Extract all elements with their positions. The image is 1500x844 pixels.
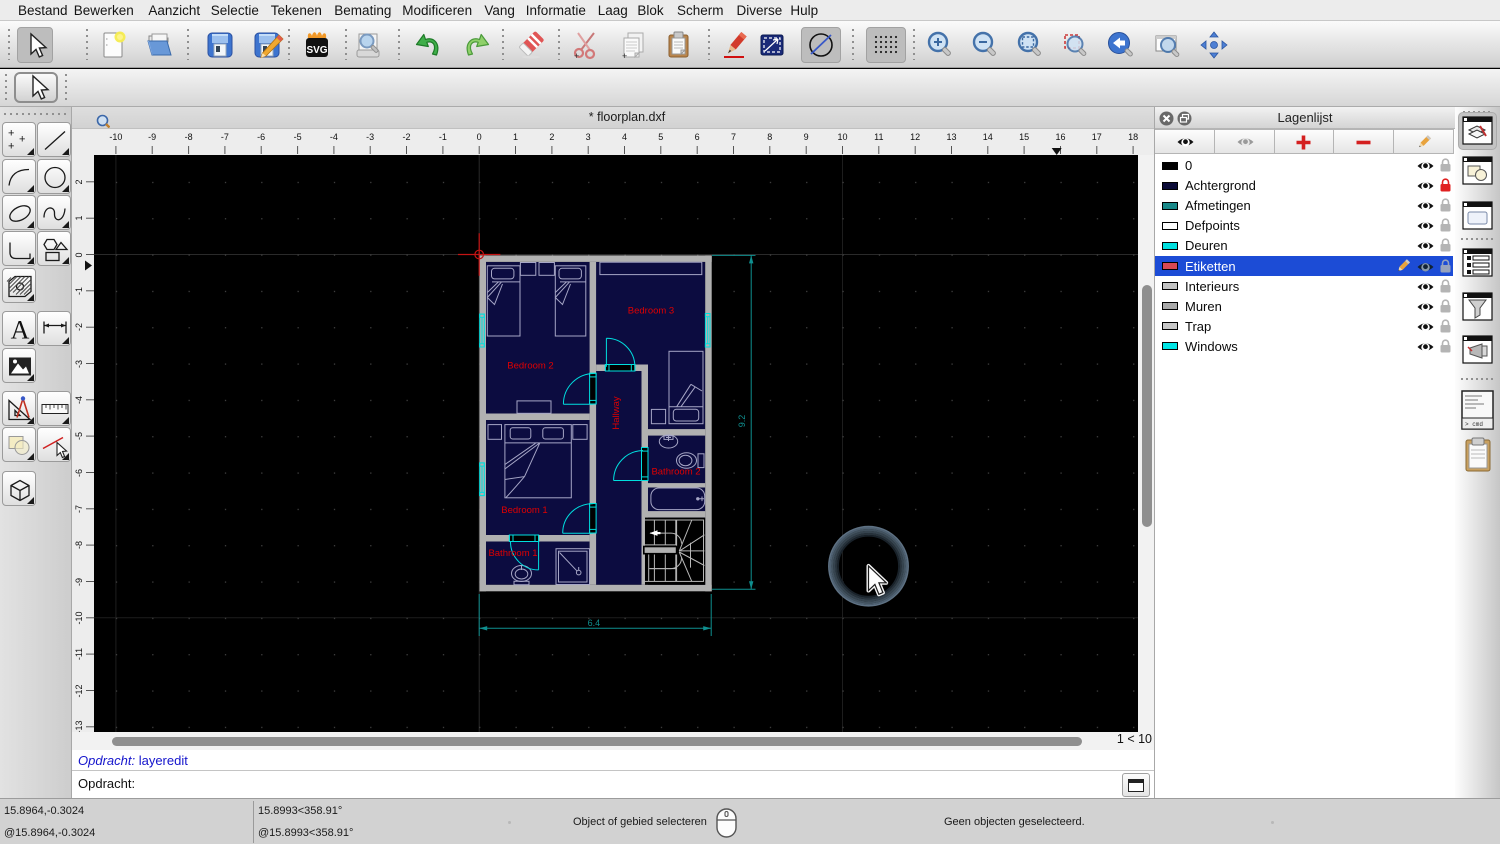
svg-text:A: A bbox=[10, 316, 29, 345]
svg-text:+: + bbox=[8, 141, 14, 153]
svg-text:SVG: SVG bbox=[306, 45, 327, 56]
svg-text:> cmd: > cmd bbox=[1465, 421, 1483, 428]
svg-text:Bathroom 1: Bathroom 1 bbox=[488, 548, 537, 559]
svg-text:6.4: 6.4 bbox=[588, 618, 601, 628]
svg-text:+: + bbox=[19, 134, 25, 146]
svg-text:Bedroom 2: Bedroom 2 bbox=[507, 360, 553, 371]
svg-text:Bedroom 1: Bedroom 1 bbox=[501, 505, 547, 516]
svg-text:Bedroom 3: Bedroom 3 bbox=[628, 305, 674, 316]
svg-text:Hallway: Hallway bbox=[611, 396, 622, 430]
svg-text:+: + bbox=[622, 51, 627, 61]
svg-text:+: + bbox=[8, 128, 14, 140]
svg-text:Bathroom 2: Bathroom 2 bbox=[651, 466, 700, 477]
svg-text:9.2: 9.2 bbox=[737, 415, 747, 428]
svg-text:+: + bbox=[574, 51, 579, 61]
